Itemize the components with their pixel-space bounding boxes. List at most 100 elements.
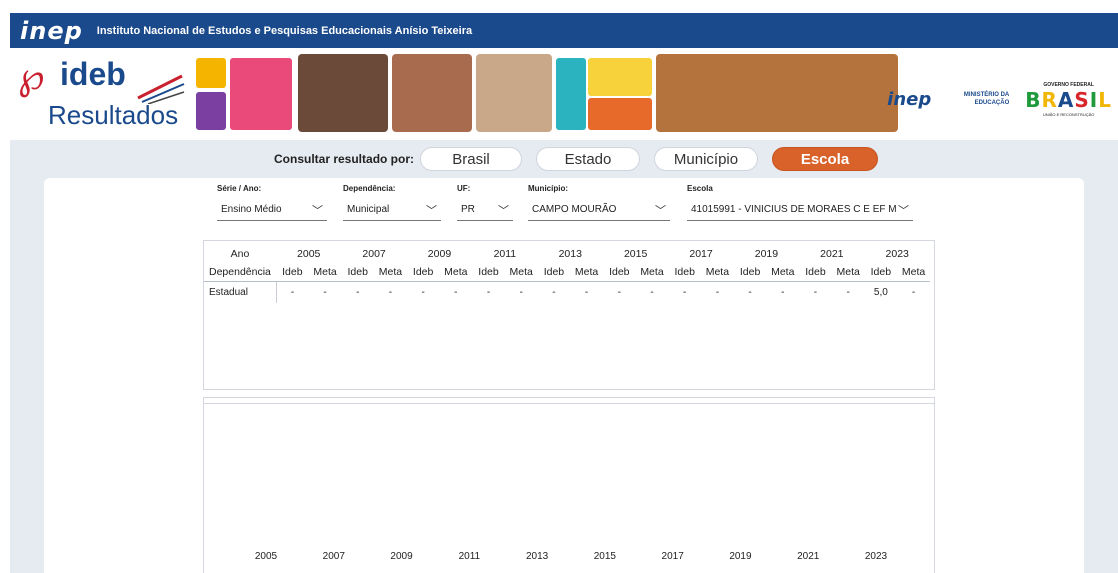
inep-logo[interactable]: inep	[20, 17, 83, 45]
table-cell: -	[519, 286, 523, 298]
year-header: 2011	[493, 248, 517, 260]
table-cell: -	[584, 286, 589, 298]
ideb-column-header: Ideb	[406, 263, 440, 282]
municipio-value: CAMPO MOURÃO	[532, 204, 617, 215]
year-label: Ano	[230, 248, 250, 260]
table-cell: -	[715, 286, 720, 298]
filter-municipio: Município: CAMPO MOURÃO ﹀	[528, 184, 670, 221]
ideb-logo[interactable]: ℘ ideb Resultados	[18, 54, 188, 136]
meta-column-header: Meta	[635, 263, 669, 282]
chevron-down-icon: ﹀	[312, 204, 323, 217]
ideb-swirl-icon: ℘	[18, 54, 45, 98]
table-cell: -	[486, 286, 491, 298]
meta-column-header: Meta	[766, 263, 800, 282]
tab-escola[interactable]: Escola	[772, 147, 878, 171]
tab-municipio[interactable]: Município	[654, 147, 758, 171]
table-cell: -	[323, 286, 327, 298]
table-cell: -	[290, 286, 295, 298]
collage-tile	[230, 58, 292, 130]
filter-escola: Escola 41015991 - VINICIUS DE MORAES C E…	[687, 184, 913, 221]
banner: ℘ ideb Resultados inep MINISTÉRIO DA EDU…	[10, 48, 1118, 140]
table-cell: -	[421, 286, 425, 298]
collage-tile	[196, 58, 226, 88]
partner-logos: inep MINISTÉRIO DA EDUCAÇÃO GOVERNO FEDE…	[887, 74, 1112, 124]
chart-x-tick: 2013	[525, 551, 549, 562]
meta-column-header: Meta	[701, 263, 734, 282]
year-header: 2019	[754, 248, 779, 260]
consult-selector: Consultar resultado por: Brasil Estado M…	[274, 146, 892, 172]
banner-photo	[656, 54, 898, 132]
filter-dependencia-label: Dependência:	[343, 184, 396, 193]
inep-header: inep Instituto Nacional de Estudos e Pes…	[10, 13, 1118, 48]
meta-column-header: Meta	[897, 263, 930, 282]
chevron-down-icon: ﹀	[655, 204, 666, 217]
collage-tile	[588, 98, 652, 130]
results-table-box: Ano 2005 2007 2009 2011 2013 2015 2017 2019 2021…	[203, 240, 935, 390]
dependencia-value: Municipal	[347, 204, 390, 215]
row-label: Estadual	[204, 281, 277, 303]
year-header: 2005	[297, 248, 321, 260]
chart-x-tick: 2017	[661, 551, 684, 562]
serie-value: Ensino Médio	[221, 204, 282, 215]
escola-select[interactable]: 41015991 - VINICIUS DE MORAES C E EF M ﹀	[687, 199, 913, 221]
meta-column-header: Meta	[374, 263, 407, 282]
filter-serie-label: Série / Ano:	[217, 184, 262, 193]
year-header: 2023	[885, 248, 909, 260]
ideb-subtitle: Resultados	[48, 100, 179, 130]
table-cell: -	[683, 286, 687, 298]
chevron-down-icon: ﹀	[898, 204, 909, 217]
filter-uf: UF: PR ﹀	[457, 184, 513, 221]
table-cell: -	[911, 286, 916, 298]
ideb-column-header: Ideb	[472, 263, 505, 282]
collage-tile	[556, 58, 586, 130]
results-table: Ano 2005 2007 2009 2011 2013 2015 2017 2019 2021…	[204, 245, 930, 303]
serie-select[interactable]: Ensino Médio ﹀	[217, 199, 327, 221]
ideb-column-header: Ideb	[276, 263, 309, 282]
chart-x-tick: 2021	[797, 551, 820, 562]
table-cell: -	[617, 286, 621, 298]
filter-uf-label: UF:	[457, 184, 471, 193]
tab-brasil[interactable]: Brasil	[420, 147, 522, 171]
year-header: 2017	[689, 248, 713, 260]
collage-tile	[588, 58, 652, 96]
tab-estado[interactable]: Estado	[536, 147, 640, 171]
consult-label: Consultar resultado por:	[274, 152, 415, 166]
table-cell: -	[356, 286, 360, 298]
table-cell: -	[813, 286, 818, 298]
ideb-chart: 2005 2007 2009 2011 2013 2015 2017 2019 2021 2023	[203, 397, 935, 573]
table-cell: -	[388, 286, 393, 298]
uf-select[interactable]: PR ﹀	[457, 199, 513, 221]
meta-column-header: Meta	[504, 263, 538, 282]
chart-x-tick: 2011	[458, 551, 481, 562]
ideb-column-header: Ideb	[602, 263, 636, 282]
table-cell: -	[454, 286, 458, 298]
pencil-strokes-icon	[137, 74, 185, 104]
banner-photo	[298, 54, 388, 132]
ideb-column-header: Ideb	[799, 263, 832, 282]
escola-value: 41015991 - VINICIUS DE MORAES C E EF M	[691, 204, 897, 215]
chevron-down-icon: ﹀	[498, 204, 509, 217]
meta-column-header: Meta	[831, 263, 865, 282]
meta-column-header: Meta	[439, 263, 473, 282]
chart-x-tick: 2005	[254, 551, 278, 562]
inep-partner-logo[interactable]: inep	[887, 89, 931, 110]
gov-brasil-logo[interactable]: GOVERNO FEDERAL BRASIL UNIÃO E RECONSTRU…	[1025, 82, 1112, 117]
dependencia-select[interactable]: Municipal ﹀	[343, 199, 441, 221]
table-header-row: Dependência Ideb Meta Ideb Meta Ideb Meta Ideb…	[204, 263, 930, 282]
gov-bottom-text: UNIÃO E RECONSTRUÇÃO	[1042, 111, 1095, 117]
municipio-select[interactable]: CAMPO MOURÃO ﹀	[528, 199, 670, 221]
ideb-column-header: Ideb	[668, 263, 702, 282]
ministry-logo[interactable]: MINISTÉRIO DA EDUCAÇÃO	[947, 91, 1009, 107]
filter-dependencia: Dependência: Municipal ﹀	[343, 184, 441, 221]
year-header: 2021	[820, 248, 844, 260]
table-cell: -	[781, 286, 785, 298]
meta-column-header: Meta	[308, 263, 342, 282]
year-header: 2007	[362, 248, 386, 260]
filter-escola-label: Escola	[687, 184, 713, 193]
gov-brasil-word: BRASIL	[1025, 87, 1112, 112]
table-cell: -	[748, 286, 752, 298]
banner-photo	[476, 54, 552, 132]
table-cell: -	[846, 286, 850, 298]
chart-x-tick: 2023	[864, 551, 888, 562]
ideb-column-header: Ideb	[864, 263, 898, 282]
